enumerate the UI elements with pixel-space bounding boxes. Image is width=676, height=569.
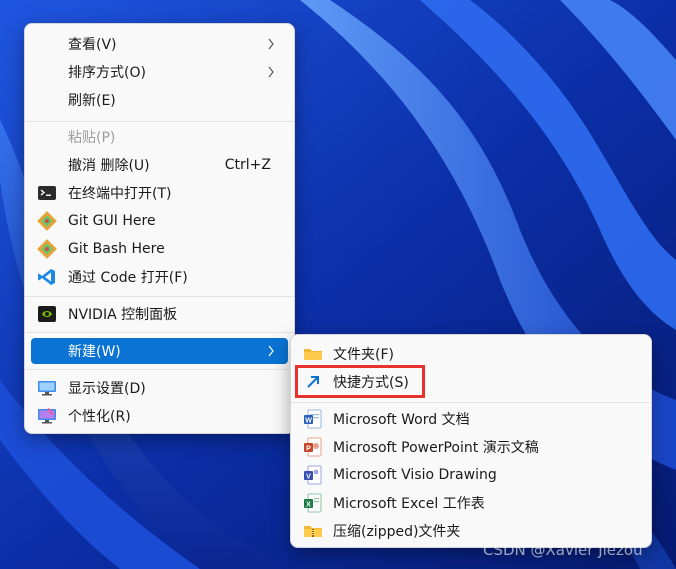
svg-text:V: V (306, 473, 311, 480)
git-icon (37, 239, 57, 259)
chevron-right-icon (268, 38, 274, 50)
menu-item-git-gui-here[interactable]: Git GUI Here (31, 208, 288, 234)
menu-separator (25, 296, 294, 297)
menu-separator (25, 369, 294, 370)
menu-item-view[interactable]: 查看(V) (31, 31, 288, 57)
menu-separator (25, 121, 294, 122)
svg-text:X: X (306, 501, 311, 508)
personalize-icon (38, 408, 56, 424)
zip-folder-icon (304, 526, 322, 537)
menu-item-git-bash-here[interactable]: Git Bash Here (31, 236, 288, 262)
menu-item-label: Microsoft PowerPoint 演示文稿 (333, 440, 539, 456)
menu-separator (25, 332, 294, 333)
menu-item-label: Microsoft Excel 工作表 (333, 496, 485, 512)
menu-item-label: 撤消 删除(U) (68, 158, 150, 174)
menu-separator (291, 402, 651, 403)
submenu-item-excel-worksheet[interactable]: X Microsoft Excel 工作表 (297, 490, 645, 516)
menu-item-label: 粘贴(P) (68, 130, 116, 146)
nvidia-icon (38, 306, 56, 322)
powerpoint-icon: P (304, 437, 322, 457)
menu-item-label: 压缩(zipped)文件夹 (333, 524, 461, 540)
display-settings-icon (38, 381, 56, 396)
menu-item-nvidia-control-panel[interactable]: NVIDIA 控制面板 (31, 301, 288, 327)
menu-item-open-with-code[interactable]: 通过 Code 打开(F) (31, 264, 288, 290)
folder-icon (304, 349, 322, 360)
menu-item-label: 新建(W) (68, 344, 121, 360)
annotation-highlight-box (295, 365, 425, 398)
menu-item-label: Microsoft Visio Drawing (333, 467, 497, 483)
chevron-right-icon (268, 345, 274, 357)
submenu-item-word-document[interactable]: W Microsoft Word 文档 (297, 406, 645, 432)
submenu-item-visio-drawing[interactable]: V Microsoft Visio Drawing (297, 462, 645, 488)
vscode-icon (38, 269, 55, 285)
menu-item-label: Microsoft Word 文档 (333, 412, 470, 428)
menu-item-label: 查看(V) (68, 37, 117, 53)
menu-item-label: Git GUI Here (68, 213, 156, 229)
keyboard-shortcut: Ctrl+Z (224, 157, 271, 173)
submenu-item-folder[interactable]: 文件夹(F) (297, 341, 645, 367)
submenu-item-powerpoint-presentation[interactable]: P Microsoft PowerPoint 演示文稿 (297, 434, 645, 460)
menu-item-label: 通过 Code 打开(F) (68, 270, 188, 286)
menu-item-label: 排序方式(O) (68, 65, 146, 81)
menu-item-label: NVIDIA 控制面板 (68, 307, 178, 323)
menu-item-new[interactable]: 新建(W) (31, 338, 288, 364)
menu-item-paste: 粘贴(P) (31, 124, 288, 150)
word-icon: W (304, 409, 322, 429)
visio-icon: V (304, 465, 322, 485)
menu-item-label: 显示设置(D) (68, 381, 146, 397)
svg-text:W: W (305, 417, 312, 424)
svg-text:P: P (306, 445, 311, 452)
git-icon (37, 211, 57, 231)
menu-item-open-in-terminal[interactable]: 在终端中打开(T) (31, 180, 288, 206)
menu-item-refresh[interactable]: 刷新(E) (31, 87, 288, 113)
chevron-right-icon (268, 66, 274, 78)
menu-item-sort-by[interactable]: 排序方式(O) (31, 59, 288, 85)
menu-item-label: 文件夹(F) (333, 347, 394, 363)
menu-item-label: 刷新(E) (68, 93, 116, 109)
watermark: CSDN @Xavier Jiezou (483, 541, 643, 559)
menu-item-label: Git Bash Here (68, 241, 165, 257)
terminal-icon (38, 186, 56, 200)
menu-item-display-settings[interactable]: 显示设置(D) (31, 375, 288, 401)
desktop-context-menu: 查看(V) 排序方式(O) 刷新(E) 粘贴(P) 撤消 删除(U) Ctrl+… (24, 23, 295, 434)
menu-item-personalize[interactable]: 个性化(R) (31, 403, 288, 429)
menu-item-undo-delete[interactable]: 撤消 删除(U) Ctrl+Z (31, 152, 288, 178)
excel-icon: X (304, 493, 322, 513)
menu-item-label: 在终端中打开(T) (68, 186, 172, 202)
menu-item-label: 个性化(R) (68, 409, 131, 425)
